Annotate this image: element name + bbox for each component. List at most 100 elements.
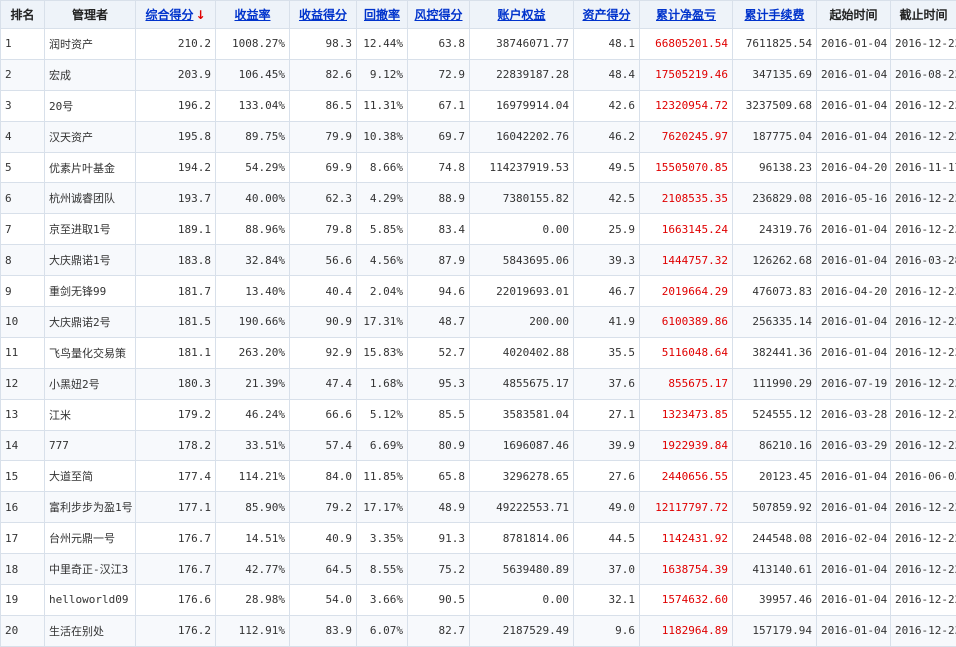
cell-rank: 17 xyxy=(1,523,45,554)
cell-manager[interactable]: 777 xyxy=(45,430,136,461)
cell-score: 180.3 xyxy=(136,368,216,399)
cell-return-score: 84.0 xyxy=(290,461,357,492)
cell-asset-score: 42.5 xyxy=(574,183,640,214)
header-equity[interactable]: 账户权益 xyxy=(470,1,574,29)
cell-manager[interactable]: 优素片叶基金 xyxy=(45,152,136,183)
table-row: 5优素片叶基金194.254.29%69.98.66%74.8114237919… xyxy=(1,152,956,183)
header-end-time: 截止时间 xyxy=(891,1,956,29)
cell-end-time: 2016-12-23 xyxy=(891,214,956,245)
table-row: 12小黑妞2号180.321.39%47.41.68%95.34855675.1… xyxy=(1,368,956,399)
cell-net-pnl: 66805201.54 xyxy=(640,29,733,60)
cell-manager[interactable]: 杭州诚睿团队 xyxy=(45,183,136,214)
cell-manager[interactable]: 台州元鼎一号 xyxy=(45,523,136,554)
cell-manager[interactable]: 宏成 xyxy=(45,59,136,90)
cell-net-pnl: 1638754.39 xyxy=(640,554,733,585)
header-return-score[interactable]: 收益得分 xyxy=(290,1,357,29)
cell-drawdown: 17.17% xyxy=(357,492,408,523)
cell-score: 181.1 xyxy=(136,337,216,368)
cell-manager[interactable]: 生活在别处 xyxy=(45,615,136,646)
table-row: 2宏成203.9106.45%82.69.12%72.922839187.284… xyxy=(1,59,956,90)
cell-equity: 8781814.06 xyxy=(470,523,574,554)
cell-drawdown: 8.66% xyxy=(357,152,408,183)
cell-manager[interactable]: helloworld09 xyxy=(45,585,136,616)
cell-end-time: 2016-12-22 xyxy=(891,523,956,554)
header-risk-score[interactable]: 风控得分 xyxy=(408,1,470,29)
cell-risk-score: 95.3 xyxy=(408,368,470,399)
cell-end-time: 2016-06-03 xyxy=(891,461,956,492)
table-row: 6杭州诚睿团队193.740.00%62.34.29%88.97380155.8… xyxy=(1,183,956,214)
cell-manager[interactable]: 中里奇正-汉江3 xyxy=(45,554,136,585)
cell-equity: 4855675.17 xyxy=(470,368,574,399)
ranking-table: 排名 管理者 综合得分↓ 收益率 收益得分 回撤率 风控得分 账户权益 资产得分… xyxy=(0,0,956,647)
header-net-pnl[interactable]: 累计净盈亏 xyxy=(640,1,733,29)
cell-fees: 86210.16 xyxy=(733,430,817,461)
cell-rank: 2 xyxy=(1,59,45,90)
cell-rank: 9 xyxy=(1,276,45,307)
cell-risk-score: 91.3 xyxy=(408,523,470,554)
cell-net-pnl: 1574632.60 xyxy=(640,585,733,616)
cell-return-rate: 13.40% xyxy=(216,276,290,307)
cell-rank: 16 xyxy=(1,492,45,523)
header-manager: 管理者 xyxy=(45,1,136,29)
cell-fees: 187775.04 xyxy=(733,121,817,152)
table-row: 18中里奇正-汉江3176.742.77%64.58.55%75.2563948… xyxy=(1,554,956,585)
cell-manager[interactable]: 20号 xyxy=(45,90,136,121)
cell-end-time: 2016-12-23 xyxy=(891,430,956,461)
cell-net-pnl: 12117797.72 xyxy=(640,492,733,523)
cell-fees: 347135.69 xyxy=(733,59,817,90)
cell-return-rate: 54.29% xyxy=(216,152,290,183)
cell-end-time: 2016-03-28 xyxy=(891,245,956,276)
cell-rank: 14 xyxy=(1,430,45,461)
cell-asset-score: 49.0 xyxy=(574,492,640,523)
cell-fees: 126262.68 xyxy=(733,245,817,276)
header-start-time: 起始时间 xyxy=(817,1,891,29)
cell-net-pnl: 15505070.85 xyxy=(640,152,733,183)
cell-fees: 507859.92 xyxy=(733,492,817,523)
table-row: 11飞鸟量化交易策181.1263.20%92.915.83%52.740204… xyxy=(1,337,956,368)
header-drawdown[interactable]: 回撤率 xyxy=(357,1,408,29)
cell-manager[interactable]: 润时资产 xyxy=(45,29,136,60)
cell-manager[interactable]: 大庆鼎诺2号 xyxy=(45,307,136,338)
cell-manager[interactable]: 汉天资产 xyxy=(45,121,136,152)
cell-asset-score: 49.5 xyxy=(574,152,640,183)
cell-manager[interactable]: 江米 xyxy=(45,399,136,430)
cell-return-score: 40.4 xyxy=(290,276,357,307)
cell-score: 194.2 xyxy=(136,152,216,183)
table-body: 1润时资产210.21008.27%98.312.44%63.838746071… xyxy=(1,29,956,647)
cell-asset-score: 46.2 xyxy=(574,121,640,152)
header-score[interactable]: 综合得分↓ xyxy=(136,1,216,29)
cell-equity: 3583581.04 xyxy=(470,399,574,430)
cell-manager[interactable]: 重剑无锋99 xyxy=(45,276,136,307)
cell-drawdown: 6.07% xyxy=(357,615,408,646)
header-fees[interactable]: 累计手续费 xyxy=(733,1,817,29)
cell-manager[interactable]: 大道至简 xyxy=(45,461,136,492)
header-asset-score[interactable]: 资产得分 xyxy=(574,1,640,29)
cell-risk-score: 90.5 xyxy=(408,585,470,616)
header-row: 排名 管理者 综合得分↓ 收益率 收益得分 回撤率 风控得分 账户权益 资产得分… xyxy=(1,1,956,29)
cell-score: 177.1 xyxy=(136,492,216,523)
cell-return-score: 56.6 xyxy=(290,245,357,276)
cell-manager[interactable]: 富利步步为盈1号 xyxy=(45,492,136,523)
cell-manager[interactable]: 京至进取1号 xyxy=(45,214,136,245)
cell-end-time: 2016-12-23 xyxy=(891,337,956,368)
cell-rank: 19 xyxy=(1,585,45,616)
cell-risk-score: 75.2 xyxy=(408,554,470,585)
cell-risk-score: 72.9 xyxy=(408,59,470,90)
cell-equity: 16042202.76 xyxy=(470,121,574,152)
cell-net-pnl: 12320954.72 xyxy=(640,90,733,121)
cell-return-score: 40.9 xyxy=(290,523,357,554)
header-return-rate[interactable]: 收益率 xyxy=(216,1,290,29)
cell-score: 176.7 xyxy=(136,554,216,585)
cell-drawdown: 6.69% xyxy=(357,430,408,461)
table-row: 20生活在别处176.2112.91%83.96.07%82.72187529.… xyxy=(1,615,956,646)
cell-drawdown: 2.04% xyxy=(357,276,408,307)
cell-fees: 157179.94 xyxy=(733,615,817,646)
cell-risk-score: 83.4 xyxy=(408,214,470,245)
cell-fees: 39957.46 xyxy=(733,585,817,616)
cell-risk-score: 94.6 xyxy=(408,276,470,307)
cell-end-time: 2016-12-23 xyxy=(891,399,956,430)
cell-manager[interactable]: 小黑妞2号 xyxy=(45,368,136,399)
cell-manager[interactable]: 飞鸟量化交易策 xyxy=(45,337,136,368)
cell-manager[interactable]: 大庆鼎诺1号 xyxy=(45,245,136,276)
cell-asset-score: 48.1 xyxy=(574,29,640,60)
